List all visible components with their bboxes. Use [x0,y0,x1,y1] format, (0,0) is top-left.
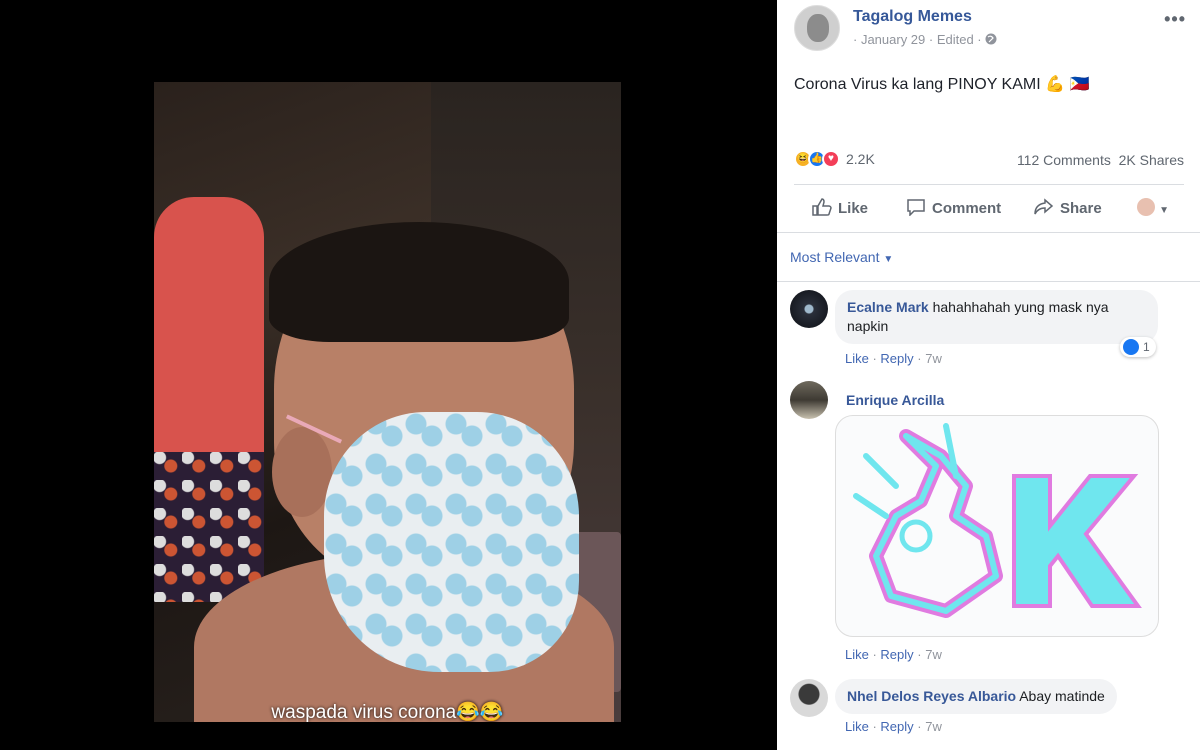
photo-diaper-mask [324,412,579,672]
post-photo[interactable] [154,82,621,722]
page-name-link[interactable]: Tagalog Memes [853,8,972,26]
comment-reply-link[interactable]: Reply [880,647,913,662]
like-label: Like [838,200,869,217]
love-icon[interactable]: ♥ [822,150,840,168]
photo-man-ear [272,427,332,517]
comment-bubble: Nhel Delos Reyes Albario Abay matinde [835,679,1117,714]
shares-count[interactable]: 2K Shares [1119,152,1184,168]
reactions-bar: 😆 👍 ♥ 2.2K 112 Comments 2K Shares [794,148,1184,172]
post-meta: · January 29 · Edited · [853,32,997,47]
comment: Nhel Delos Reyes Albario Abay matinde Li… [790,679,1190,745]
commenter-avatar[interactable] [790,679,828,717]
share-arrow-icon [1034,198,1054,215]
photo-person-skirt [154,452,264,602]
photo-person-left [154,197,264,467]
comment-bubble: Ecalne Mark hahahhahah yung mask nya nap… [835,290,1158,344]
post-actions: Like Comment Share ▼ [794,190,1184,228]
comment-actions: Like · Reply · 7w [845,647,942,662]
most-relevant-dropdown[interactable]: Most Relevant ▼ [790,249,893,265]
like-icon [1123,339,1139,355]
post-panel: Tagalog Memes · January 29 · Edited · ••… [777,0,1200,750]
comment-reaction-badge[interactable]: 1 [1120,337,1156,357]
comment-time[interactable]: 7w [925,351,942,366]
comment-actions: Like · Reply · 7w [845,719,942,734]
caret-down-icon: ▼ [1159,205,1170,216]
share-button[interactable]: Share [1034,198,1102,217]
commenter-name[interactable]: Nhel Delos Reyes Albario [847,688,1016,704]
caption-text: waspada virus corona [271,702,457,723]
photo-caption: waspada virus corona😂😂 [154,700,621,724]
ok-hand-sticker-art [853,423,1142,618]
caption-emojis: 😂😂 [456,702,504,723]
ok-hand-k-sticker[interactable] [835,415,1159,637]
comment-time[interactable]: 7w [925,647,942,662]
page-avatar[interactable] [794,5,840,51]
reaction-count[interactable]: 2.2K [846,151,875,167]
like-button[interactable]: Like [812,198,868,217]
comment-reply-link[interactable]: Reply [880,351,913,366]
comments-shares: 112 Comments 2K Shares [1017,152,1184,168]
comment: Ecalne Mark hahahhahah yung mask nya nap… [790,290,1190,380]
commenter-avatar[interactable] [790,381,828,419]
comment-like-link[interactable]: Like [845,647,869,662]
comment-icon [907,199,925,216]
globe-icon [985,33,997,45]
comment: Enrique Arcilla Like · Reply · 7w [790,381,1190,671]
comments-filter-bar: Most Relevant ▼ [777,232,1200,282]
comment-like-link[interactable]: Like [845,351,869,366]
comment-button[interactable]: Comment [906,198,1001,217]
comments-count[interactable]: 112 Comments [1017,152,1111,168]
user-avatar-icon [1137,198,1155,216]
more-dots-icon[interactable]: ••• [1164,9,1186,30]
most-relevant-label: Most Relevant [790,249,880,265]
comment-like-link[interactable]: Like [845,719,869,734]
caret-down-icon: ▼ [883,254,894,265]
react-as-selector[interactable]: ▼ [1137,198,1169,217]
comment-time[interactable]: 7w [925,719,942,734]
thumbs-up-icon [812,198,832,216]
photo-viewer: waspada virus corona😂😂 [0,0,777,750]
post-text: Corona Virus ka lang PINOY KAMI 💪 🇵🇭 [794,76,1090,93]
post-date[interactable]: · January 29 · Edited · [853,32,982,47]
comment-text: Abay matinde [1019,688,1105,704]
comment-actions: Like · Reply · 7w [845,351,942,366]
comment-reply-link[interactable]: Reply [880,719,913,734]
comment-reaction-count: 1 [1143,340,1150,354]
commenter-avatar[interactable] [790,290,828,328]
commenter-name[interactable]: Ecalne Mark [847,299,929,315]
share-label: Share [1060,200,1102,217]
comment-label: Comment [932,200,1002,217]
photo-man-hair [269,222,569,342]
divider [794,184,1184,185]
post-header: Tagalog Memes · January 29 · Edited · ••… [794,5,1186,55]
commenter-name[interactable]: Enrique Arcilla [846,392,944,408]
